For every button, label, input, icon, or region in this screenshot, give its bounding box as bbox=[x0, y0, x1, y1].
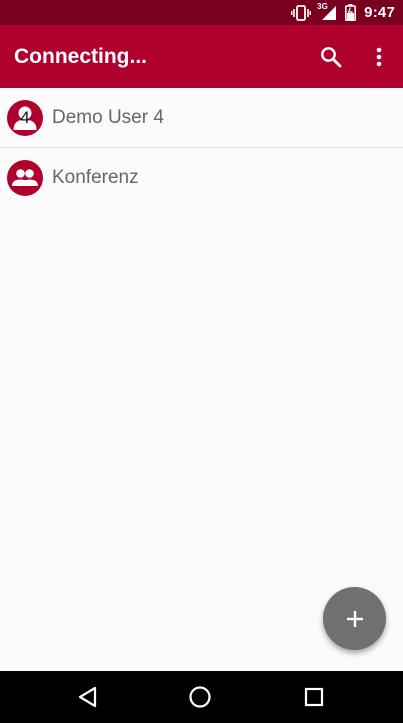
contact-list: 4 Demo User 4 Konferenz bbox=[0, 88, 403, 208]
group-icon bbox=[12, 169, 38, 186]
list-item-label: Demo User 4 bbox=[52, 106, 164, 128]
plus-icon bbox=[346, 610, 363, 627]
vibrate-icon bbox=[291, 4, 312, 21]
back-button[interactable] bbox=[58, 671, 118, 723]
avatar-badge: 4 bbox=[20, 107, 30, 127]
recents-icon bbox=[304, 687, 324, 707]
recents-button[interactable] bbox=[284, 671, 344, 723]
back-icon bbox=[78, 686, 97, 708]
signal-icon: 3G bbox=[317, 1, 337, 21]
home-icon bbox=[189, 686, 211, 708]
overflow-menu-button[interactable] bbox=[359, 37, 399, 77]
app-bar: Connecting... bbox=[0, 25, 403, 88]
overflow-menu-icon bbox=[376, 47, 382, 66]
page-title: Connecting... bbox=[14, 44, 147, 68]
navigation-bar bbox=[0, 671, 403, 723]
search-icon bbox=[321, 46, 342, 67]
list-item-demo-user[interactable]: 4 Demo User 4 bbox=[0, 88, 403, 148]
avatar bbox=[7, 160, 43, 196]
network-label: 3G bbox=[317, 1, 328, 11]
add-button[interactable] bbox=[323, 587, 386, 650]
list-item-label: Konferenz bbox=[52, 167, 139, 188]
avatar: 4 bbox=[7, 99, 43, 136]
status-time: 9:47 bbox=[364, 4, 395, 21]
status-bar: 3G 9:47 bbox=[0, 0, 403, 25]
list-item-konferenz[interactable]: Konferenz bbox=[0, 148, 403, 208]
battery-icon bbox=[345, 4, 357, 21]
home-button[interactable] bbox=[170, 671, 230, 723]
search-button[interactable] bbox=[311, 37, 351, 77]
